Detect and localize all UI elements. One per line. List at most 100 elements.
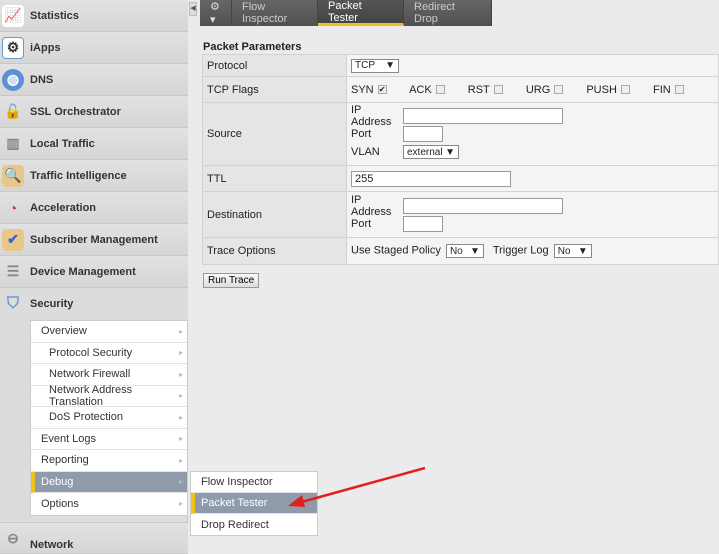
nav-local-traffic[interactable]: ▥ Local Traffic — [0, 128, 188, 160]
trace-options-label: Trace Options — [202, 237, 347, 265]
submenu-options[interactable]: Options ▸ — [31, 493, 187, 515]
submenu-event-logs[interactable]: Event Logs ▸ — [31, 429, 187, 450]
submenu-debug[interactable]: Debug ▸ — [31, 471, 187, 493]
nav-label: Traffic Intelligence — [30, 169, 127, 182]
nav-ssl-orchestrator[interactable]: 🔓 SSL Orchestrator — [0, 96, 188, 128]
chevron-right-icon: ▸ — [178, 391, 183, 401]
clipboard-search-icon: 🔍 — [2, 164, 24, 187]
collapse-sidebar-button[interactable]: ◀ — [189, 2, 197, 16]
submenu-dos-protection[interactable]: DoS Protection ▸ — [31, 407, 187, 429]
submenu-overview[interactable]: Overview ▸ — [31, 321, 187, 343]
ttl-input[interactable]: 255 — [351, 170, 511, 187]
nav-label: Acceleration — [30, 201, 97, 214]
device-icon: ☰ — [6, 263, 20, 279]
nav-subscriber-management[interactable]: ✔ Subscriber Management — [0, 224, 188, 256]
lock-icon: 🔓 — [4, 103, 22, 119]
arrow-shaft — [297, 466, 426, 505]
nav-label: Security — [30, 298, 74, 310]
label: Network Firewall — [49, 368, 131, 381]
tab-flow-inspector[interactable]: Flow Inspector — [232, 0, 318, 26]
source-port-input[interactable] — [403, 126, 443, 142]
submenu-network-firewall[interactable]: Network Firewall ▸ — [31, 364, 187, 386]
chevron-right-icon: ▸ — [178, 369, 183, 379]
globe-icon: ◍ — [2, 68, 24, 91]
syn-checkbox[interactable]: ✔ — [377, 85, 387, 95]
chevron-right-icon: ▸ — [178, 499, 183, 509]
port-label: Port — [351, 217, 372, 230]
staged-policy-label: Use Staged Policy — [351, 244, 441, 257]
nav-dns[interactable]: ◍ DNS — [0, 64, 188, 96]
label: DoS Protection — [49, 411, 123, 424]
ack-checkbox[interactable] — [435, 85, 445, 95]
dropdown-arrow-icon: ▼ — [385, 60, 395, 71]
staged-policy-select[interactable]: No ▼ — [445, 244, 484, 258]
port-label: Port — [351, 128, 372, 140]
gauge-icon: ◔ — [8, 199, 18, 216]
tab-bar: ⚙ ▾ Flow Inspector Packet Tester Redirec… — [200, 0, 492, 26]
nav-iapps[interactable]: ⚙ iApps — [0, 32, 188, 64]
nav-statistics[interactable]: 📈 Statistics — [0, 0, 188, 32]
chevron-right-icon: ▸ — [178, 348, 183, 358]
urg-checkbox[interactable] — [554, 85, 564, 95]
nav-label: Subscriber Management — [30, 233, 158, 246]
push-checkbox[interactable] — [620, 85, 630, 95]
nav-traffic-intelligence[interactable]: 🔍 Traffic Intelligence — [0, 160, 188, 192]
nav-security[interactable]: ⛉ Security — [0, 288, 188, 320]
nav-label: SSL Orchestrator — [30, 105, 121, 118]
flag-label: RST — [467, 83, 490, 96]
ip-label: IP Address — [351, 104, 392, 128]
flyout-drop-redirect[interactable]: Drop Redirect — [191, 514, 317, 535]
label: Protocol Security — [49, 346, 133, 359]
shield-icon: ⛉ — [6, 295, 19, 312]
tab-redirect-drop[interactable]: Redirect Drop — [404, 0, 492, 26]
statistics-icon: 📈 — [2, 4, 24, 27]
value: No — [449, 245, 463, 257]
source-label: Source — [202, 102, 347, 166]
destination-ip-input[interactable] — [403, 197, 563, 214]
submenu-nat[interactable]: Network Address Translation ▸ — [31, 383, 187, 408]
chevron-right-icon: ▸ — [178, 455, 183, 465]
label: Options — [41, 497, 79, 510]
nav-label: DNS — [30, 73, 54, 86]
value: No — [557, 245, 571, 257]
value: TCP — [355, 60, 375, 71]
ttl-label: TTL — [202, 165, 347, 192]
nav-label: iApps — [30, 41, 61, 54]
trigger-log-label: Trigger Log — [492, 244, 549, 257]
chevron-right-icon: ▸ — [178, 434, 183, 444]
dropdown-arrow-icon: ▼ — [470, 245, 480, 257]
nav-network[interactable]: ⊖ Network — [0, 522, 188, 554]
tab-packet-tester[interactable]: Packet Tester — [318, 0, 404, 26]
vlan-select[interactable]: external ▼ — [403, 145, 459, 159]
gear-menu-button[interactable]: ⚙ ▾ — [200, 0, 232, 26]
submenu-reporting[interactable]: Reporting ▸ — [31, 450, 187, 472]
fin-checkbox[interactable] — [674, 85, 684, 95]
dropdown-arrow-icon: ▼ — [577, 245, 588, 257]
tcp-flags: SYN ✔ ACK RST URG PUSH FIN — [346, 76, 719, 103]
run-trace-button[interactable]: Run Trace — [203, 273, 260, 288]
security-submenu: Overview ▸ Protocol Security ▸ Network Fir… — [30, 320, 188, 516]
submenu-protocol-security[interactable]: Protocol Security ▸ — [31, 343, 187, 364]
flag-label: URG — [525, 83, 551, 96]
rst-checkbox[interactable] — [493, 85, 503, 95]
clipboard-check-icon: ✔ — [2, 228, 24, 251]
trigger-log-select[interactable]: No ▼ — [553, 244, 592, 258]
dropdown-arrow-icon: ▼ — [445, 146, 455, 158]
nav-device-management[interactable]: ☰ Device Management — [0, 256, 188, 288]
ip-label: IP Address — [351, 193, 392, 218]
iapps-icon: ⚙ — [2, 36, 24, 59]
tcp-flags-label: TCP Flags — [202, 76, 347, 103]
label: Event Logs — [41, 432, 97, 445]
destination-port-input[interactable] — [403, 215, 443, 232]
label: Reporting — [41, 454, 89, 467]
flag-label: SYN — [351, 83, 374, 96]
network-icon: ⊖ — [7, 529, 19, 546]
nav-acceleration[interactable]: ◔ Acceleration — [0, 192, 188, 224]
annotation-arrow — [288, 466, 426, 507]
source-ip-input[interactable] — [403, 108, 563, 124]
value: external — [407, 146, 443, 158]
protocol-select[interactable]: TCP ▼ — [351, 58, 399, 73]
nav-label: Local Traffic — [30, 137, 95, 150]
gear-icon: ⚙ ▾ — [210, 1, 220, 26]
label: Network Address Translation — [49, 383, 133, 408]
